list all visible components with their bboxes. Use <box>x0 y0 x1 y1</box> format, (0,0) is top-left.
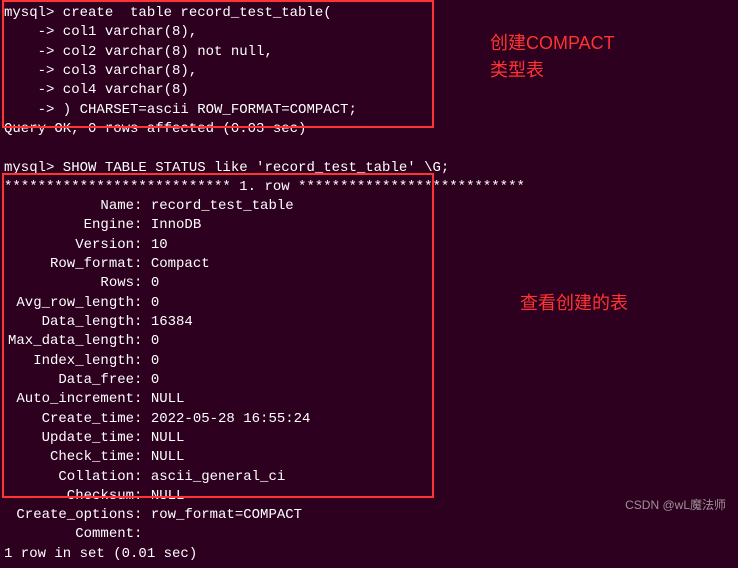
status-block: Name: record_test_table Engine: InnoDB V… <box>4 197 734 545</box>
watermark: CSDN @wL魔法师 <box>625 496 726 513</box>
status-field: Max_data_length: 0 <box>8 332 734 351</box>
annotation-text: 类型表 <box>490 57 615 84</box>
status-field: Index_length: 0 <box>8 352 734 371</box>
create-line: mysql> create table record_test_table( <box>4 4 734 23</box>
status-field: Name: record_test_table <box>8 197 734 216</box>
create-line: -> col4 varchar(8) <box>4 81 734 100</box>
terminal-output: mysql> create table record_test_table( -… <box>0 0 738 568</box>
annotation-create: 创建COMPACT 类型表 <box>490 30 615 84</box>
create-line: -> col2 varchar(8) not null, <box>4 43 734 62</box>
blank-line <box>4 139 734 158</box>
status-field: Collation: ascii_general_ci <box>8 468 734 487</box>
annotation-view: 查看创建的表 <box>520 290 628 317</box>
query-ok: Query OK, 0 rows affected (0.03 sec) <box>4 120 734 139</box>
status-field: Auto_increment: NULL <box>8 390 734 409</box>
status-field: Check_time: NULL <box>8 448 734 467</box>
status-field: Row_format: Compact <box>8 255 734 274</box>
row-separator: *************************** 1. row *****… <box>4 178 734 197</box>
status-field: Create_time: 2022-05-28 16:55:24 <box>8 410 734 429</box>
status-field: Version: 10 <box>8 236 734 255</box>
status-field: Comment: <box>8 525 734 544</box>
result-footer: 1 row in set (0.01 sec) <box>4 545 734 564</box>
create-line: -> ) CHARSET=ascii ROW_FORMAT=COMPACT; <box>4 101 734 120</box>
status-field: Data_free: 0 <box>8 371 734 390</box>
status-field: Update_time: NULL <box>8 429 734 448</box>
status-field: Engine: InnoDB <box>8 216 734 235</box>
create-line: -> col3 varchar(8), <box>4 62 734 81</box>
annotation-text: 创建COMPACT <box>490 30 615 57</box>
create-line: -> col1 varchar(8), <box>4 23 734 42</box>
show-command: mysql> SHOW TABLE STATUS like 'record_te… <box>4 159 734 178</box>
